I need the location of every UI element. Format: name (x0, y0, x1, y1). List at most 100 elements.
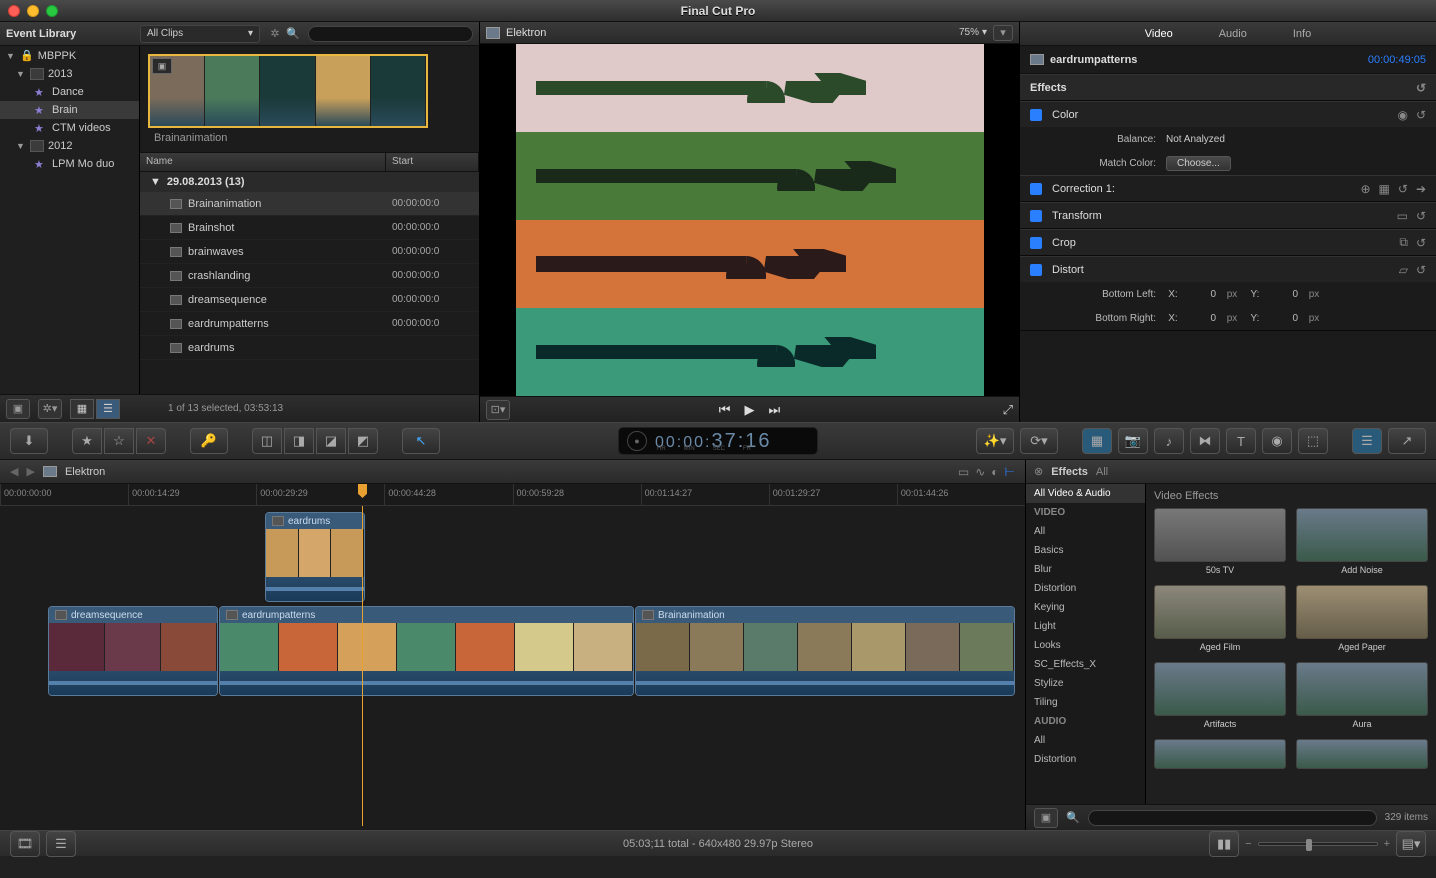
snapping-button[interactable]: ⊢ (1005, 465, 1015, 479)
clips-filter-dropdown[interactable]: All Clips ▾ (140, 25, 260, 43)
effect-artifacts[interactable]: Artifacts (1154, 662, 1286, 729)
zoom-dropdown[interactable]: 75%▾ (959, 27, 987, 38)
clip-row[interactable]: brainwaves00:00:00:0 (140, 240, 479, 264)
viewer-canvas[interactable] (480, 44, 1019, 396)
clip-appearance-button[interactable]: ▤▾ (1396, 831, 1426, 857)
enable-checkbox[interactable] (1030, 109, 1042, 121)
correction-picker-icon[interactable]: ▦ (1379, 182, 1390, 196)
clip-filmstrip[interactable]: ▣ (148, 54, 428, 128)
distort-section-header[interactable]: Distort ▱ ↺ (1020, 256, 1436, 282)
choose-match-button[interactable]: Choose... (1166, 156, 1231, 171)
solo-button[interactable]: ◐ (991, 465, 998, 479)
inspector-button[interactable]: ☰ (1352, 428, 1382, 454)
x-value[interactable]: 0 (1186, 289, 1216, 300)
search-icon[interactable]: 🔍 (284, 26, 302, 42)
crop-section-header[interactable]: Crop ⧉ ↺ (1020, 229, 1436, 255)
x-value[interactable]: 0 (1186, 313, 1216, 324)
next-button[interactable]: ⏭ (769, 402, 781, 418)
reset-icon[interactable]: ↺ (1416, 81, 1426, 95)
music-browser-button[interactable]: ♪ (1154, 428, 1184, 454)
clip-row[interactable]: Brainshot00:00:00:0 (140, 216, 479, 240)
column-start[interactable]: Start (386, 153, 479, 171)
timecode-display[interactable]: ● 00:00:37:16 HR MIN SEC FR (618, 427, 818, 455)
go-icon[interactable]: ➔ (1416, 182, 1426, 196)
settings-gear-icon[interactable]: ✲ (266, 26, 284, 42)
effects-toggle-button[interactable]: ▣ (1034, 808, 1058, 828)
tab-audio[interactable]: Audio (1211, 25, 1255, 43)
prev-button[interactable]: ⏮ (719, 402, 731, 418)
enable-checkbox[interactable] (1030, 237, 1042, 249)
play-button[interactable]: ▶ (745, 402, 755, 418)
disclosure-triangle-icon[interactable]: ▼ (6, 51, 16, 61)
cat-all-video-audio[interactable]: All Video & Audio (1026, 484, 1145, 503)
filmstrip-view-button[interactable]: ▦ (70, 399, 94, 419)
add-correction-icon[interactable]: ⊕ (1360, 182, 1370, 196)
transform-section-header[interactable]: Transform ▭ ↺ (1020, 202, 1436, 228)
clip-row[interactable]: crashlanding00:00:00:0 (140, 264, 479, 288)
audio-skimming-button[interactable]: ∿ (975, 465, 985, 479)
skimming-button[interactable]: ▭ (958, 465, 969, 479)
column-name[interactable]: Name (140, 153, 386, 171)
cat-keying[interactable]: Keying (1026, 598, 1145, 617)
tab-info[interactable]: Info (1285, 25, 1319, 43)
titles-browser-button[interactable]: T (1226, 428, 1256, 454)
close-icon[interactable]: ⊗ (1034, 465, 1043, 478)
transform-icon[interactable]: ▭ (1397, 209, 1408, 223)
y-value[interactable]: 0 (1268, 313, 1298, 324)
audio-meters-button[interactable]: ▮▮ (1209, 831, 1239, 857)
import-button[interactable]: ⬇ (10, 428, 48, 454)
cat-light[interactable]: Light (1026, 617, 1145, 636)
enable-checkbox[interactable] (1030, 264, 1042, 276)
reject-button[interactable]: ✕ (136, 428, 166, 454)
cat-distortion[interactable]: Distortion (1026, 579, 1145, 598)
cat-sc-effects[interactable]: SC_Effects_X (1026, 655, 1145, 674)
cat-stylize[interactable]: Stylize (1026, 674, 1145, 693)
append-button[interactable]: ◪ (316, 428, 346, 454)
timeline-tracks[interactable]: eardrums dreamsequence eardrumpatterns B… (0, 506, 1025, 830)
color-section-header[interactable]: Color ◉ ↺ (1020, 101, 1436, 127)
select-tool-button[interactable]: ↖ (402, 428, 440, 454)
effect-more[interactable] (1154, 739, 1286, 769)
clip-row[interactable]: eardrumpatterns00:00:00:0 (140, 312, 479, 336)
effect-aura[interactable]: Aura (1296, 662, 1428, 729)
library-year-2012[interactable]: ▼2012 (0, 137, 139, 155)
library-search-input[interactable] (308, 26, 473, 42)
favorite-button[interactable]: ★ (72, 428, 102, 454)
cat-tiling[interactable]: Tiling (1026, 693, 1145, 712)
close-window-button[interactable] (8, 5, 20, 17)
zoom-window-button[interactable] (46, 5, 58, 17)
reset-icon[interactable]: ↺ (1416, 108, 1426, 122)
fullscreen-button[interactable]: ⤢ (1003, 402, 1013, 418)
overwrite-button[interactable]: ◩ (348, 428, 378, 454)
library-year-2013[interactable]: ▼2013 (0, 65, 139, 83)
event-lpm[interactable]: ★LPM Mo duo (0, 155, 139, 173)
reset-icon[interactable]: ↺ (1416, 263, 1426, 277)
effect-50s-tv[interactable]: 50s TV (1154, 508, 1286, 575)
insert-button[interactable]: ◨ (284, 428, 314, 454)
clip-row[interactable]: dreamsequence00:00:00:0 (140, 288, 479, 312)
effect-aged-paper[interactable]: Aged Paper (1296, 585, 1428, 652)
themes-browser-button[interactable]: ⬚ (1298, 428, 1328, 454)
unrate-button[interactable]: ☆ (104, 428, 134, 454)
disclosure-triangle-icon[interactable]: ▼ (150, 176, 161, 188)
y-value[interactable]: 0 (1268, 289, 1298, 300)
library-root[interactable]: ▼🔒 MBPPK (0, 46, 139, 65)
timeline-clip-eardrumpatterns[interactable]: eardrumpatterns (219, 606, 634, 696)
enable-checkbox[interactable] (1030, 183, 1042, 195)
history-forward-button[interactable]: ▶ (26, 465, 34, 478)
distort-icon[interactable]: ▱ (1399, 263, 1408, 277)
connect-button[interactable]: ◫ (252, 428, 282, 454)
cat-blur[interactable]: Blur (1026, 560, 1145, 579)
playhead[interactable] (362, 506, 363, 826)
cat-video-all[interactable]: All (1026, 522, 1145, 541)
timeline-index-button[interactable]: ☰ (46, 831, 76, 857)
color-wheel-icon[interactable]: ◉ (1397, 108, 1407, 122)
generators-browser-button[interactable]: ◉ (1262, 428, 1292, 454)
render-button[interactable]: 🎞 (10, 831, 40, 857)
zoom-out-icon[interactable]: − (1245, 838, 1251, 850)
disclosure-triangle-icon[interactable]: ▼ (16, 69, 26, 79)
reset-icon[interactable]: ↺ (1416, 236, 1426, 250)
correction-section-header[interactable]: Correction 1: ⊕ ▦ ↺ ➔ (1020, 175, 1436, 201)
cat-basics[interactable]: Basics (1026, 541, 1145, 560)
retime-menu-button[interactable]: ⟳▾ (1020, 428, 1058, 454)
